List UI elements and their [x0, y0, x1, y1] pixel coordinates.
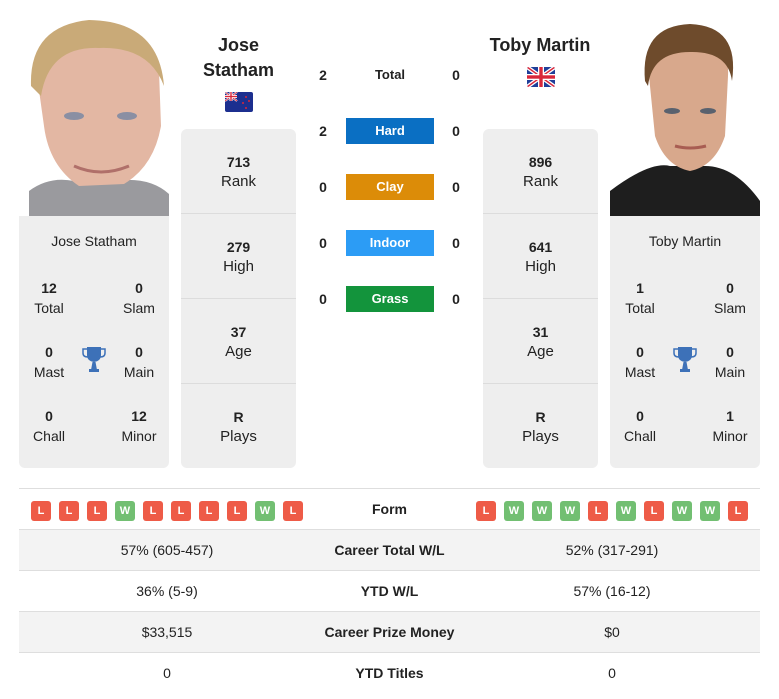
form-badge-win[interactable]: W	[504, 501, 524, 521]
surface-label-total: Total	[374, 67, 406, 82]
form-badge-win[interactable]: W	[700, 501, 720, 521]
comparison-table: LLLWLLLLWL Form LWWWLWLWWL 57% (605-457)…	[19, 488, 760, 693]
form-badge-win[interactable]: W	[672, 501, 692, 521]
titles-total-left: 12 Total	[34, 280, 64, 316]
stat-rank-right: 896 Rank	[483, 129, 598, 214]
h2h-row-indoor: 0 Indoor 0	[310, 230, 470, 286]
stat-plays-right: R Plays	[522, 409, 559, 445]
table-row: 0 YTD Titles 0	[19, 652, 760, 693]
surface-badge-grass[interactable]: Grass	[346, 286, 434, 312]
titles-card-left: Jose Statham 12 Total 0 Slam 0 Mast 0 Main 0…	[19, 216, 169, 468]
player-photo-right	[610, 16, 760, 216]
form-badge-loss[interactable]: L	[199, 501, 219, 521]
form-badge-loss[interactable]: L	[588, 501, 608, 521]
h2h-row-hard: 2 Hard 0	[310, 118, 470, 174]
new-zealand-flag-icon	[225, 92, 253, 112]
titles-minor-left: 12 Minor	[121, 408, 157, 444]
titles-slam-right: 0 Slam	[714, 280, 746, 316]
titles-minor-right: 1 Minor	[712, 408, 748, 444]
form-badge-loss[interactable]: L	[476, 501, 496, 521]
surface-badge-clay[interactable]: Clay	[346, 174, 434, 200]
form-badge-win[interactable]: W	[616, 501, 636, 521]
trophy-icon	[673, 347, 697, 372]
table-row: 57% (605-457) Career Total W/L 52% (317-…	[19, 529, 760, 570]
surface-badge-indoor[interactable]: Indoor	[346, 230, 434, 256]
h2h-row-clay: 0 Clay 0	[310, 174, 470, 230]
titles-main-right: 0 Main	[714, 344, 746, 380]
titles-card-right: Toby Martin 1 Total 0 Slam 0 Mast 0 Main 0 Ch…	[610, 216, 760, 468]
form-row: LLLWLLLLWL Form LWWWLWLWWL	[19, 488, 760, 529]
form-badge-win[interactable]: W	[115, 501, 135, 521]
titles-mast-left: 0 Mast	[33, 344, 65, 380]
titles-chall-left: 0 Chall	[33, 408, 65, 444]
titles-slam-left: 0 Slam	[123, 280, 155, 316]
h2h-row-grass: 0 Grass 0	[310, 286, 470, 342]
player-name-left: Jose Statham	[51, 233, 137, 249]
titles-mast-right: 0 Mast	[624, 344, 656, 380]
titles-main-left: 0 Main	[123, 344, 155, 380]
player-header-right[interactable]: Toby Martin	[480, 33, 600, 58]
form-badge-loss[interactable]: L	[87, 501, 107, 521]
form-badge-loss[interactable]: L	[31, 501, 51, 521]
form-badge-loss[interactable]: L	[283, 501, 303, 521]
player-photo-jose-statham	[19, 16, 169, 216]
form-badge-loss[interactable]: L	[59, 501, 79, 521]
head-to-head-surfaces: 2 Total 0 2 Hard 0 0 Clay 0 0 Indoor 0 0…	[310, 62, 470, 342]
form-badge-loss[interactable]: L	[728, 501, 748, 521]
form-badge-win[interactable]: W	[532, 501, 552, 521]
form-label: Form	[372, 501, 407, 517]
h2h-row-total: 2 Total 0	[310, 62, 470, 118]
stat-age-left: 37 Age	[181, 299, 296, 384]
titles-grid-left: 12 Total 0 Slam 0 Mast 0 Main 0 Chall 12 Minor	[19, 278, 169, 470]
form-left: LLLWLLLLWL	[19, 489, 315, 521]
table-row: $33,515 Career Prize Money $0	[19, 611, 760, 652]
surface-badge-hard[interactable]: Hard	[346, 118, 434, 144]
form-badge-loss[interactable]: L	[644, 501, 664, 521]
player-name-right: Toby Martin	[648, 233, 722, 249]
player-photo-toby-martin	[610, 16, 760, 216]
form-badge-loss[interactable]: L	[143, 501, 163, 521]
table-row: 36% (5-9) YTD W/L 57% (16-12)	[19, 570, 760, 611]
form-right: LWWWLWLWWL	[464, 489, 760, 521]
form-badge-win[interactable]: W	[255, 501, 275, 521]
stat-age-right: 31 Age	[483, 299, 598, 384]
form-badge-win[interactable]: W	[560, 501, 580, 521]
united-kingdom-flag-icon	[527, 67, 555, 87]
trophy-icon	[82, 347, 106, 372]
player-header-left[interactable]: Jose Statham	[181, 33, 296, 83]
stat-high-left: 279 High	[181, 214, 296, 299]
form-badge-loss[interactable]: L	[227, 501, 247, 521]
titles-chall-right: 0 Chall	[624, 408, 656, 444]
titles-grid-right: 1 Total 0 Slam 0 Mast 0 Main 0 Chall 1 Minor	[610, 278, 760, 470]
player-stats-right: 896 Rank 641 High 31 Age R Plays	[483, 129, 598, 468]
stat-high-right: 641 High	[483, 214, 598, 299]
stat-plays-left: R Plays	[220, 409, 257, 445]
form-badge-loss[interactable]: L	[171, 501, 191, 521]
stat-rank-left: 713 Rank	[181, 129, 296, 214]
player-stats-left: 713 Rank 279 High 37 Age R Plays	[181, 129, 296, 468]
player-photo-left	[19, 16, 169, 216]
titles-total-right: 1 Total	[625, 280, 655, 316]
